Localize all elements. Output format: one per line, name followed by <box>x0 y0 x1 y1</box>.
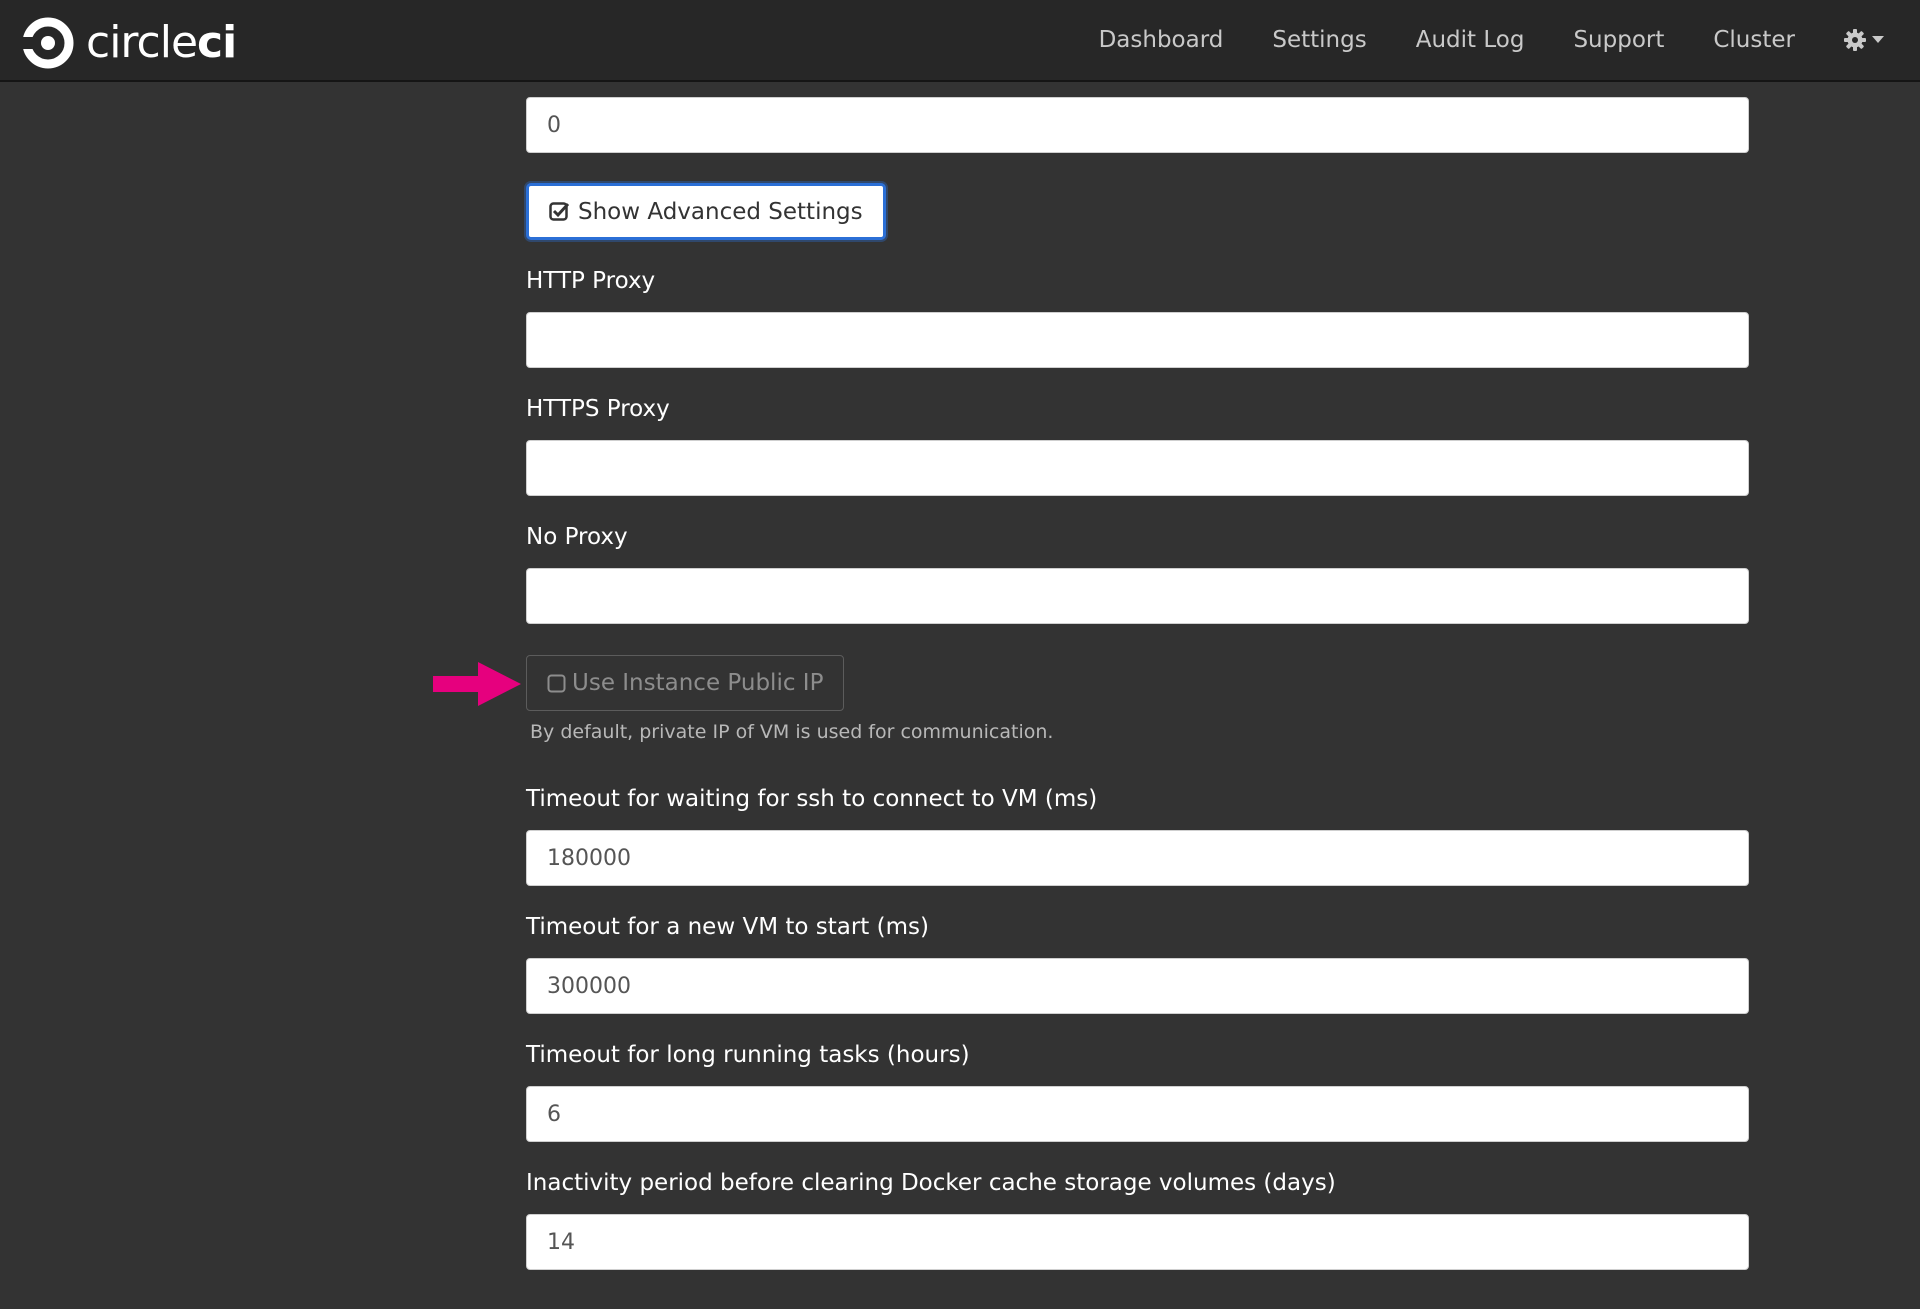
vm-start-timeout-input[interactable] <box>526 958 1749 1014</box>
check-square-icon <box>549 202 570 221</box>
http-proxy-label: HTTP Proxy <box>526 268 656 294</box>
ssh-timeout-label: Timeout for waiting for ssh to connect t… <box>526 786 1098 812</box>
vm-start-timeout-label: Timeout for a new VM to start (ms) <box>526 914 929 940</box>
empty-square-icon <box>547 674 566 692</box>
public-ip-help-text: By default, private IP of VM is used for… <box>530 721 1054 743</box>
show-advanced-settings-label: Show Advanced Settings <box>578 198 863 225</box>
annotation-arrow-icon <box>433 662 521 706</box>
nav-dashboard-link[interactable]: Dashboard <box>1099 27 1224 53</box>
docker-cache-inactivity-input[interactable] <box>526 1214 1749 1270</box>
show-advanced-settings-button[interactable]: Show Advanced Settings <box>526 183 886 240</box>
nav-settings-link[interactable]: Settings <box>1272 27 1366 53</box>
use-instance-public-ip-label: Use Instance Public IP <box>572 670 824 696</box>
nav-links: Dashboard Settings Audit Log Support Clu… <box>1050 0 1884 80</box>
ssh-timeout-input[interactable] <box>526 830 1749 886</box>
docker-cache-inactivity-label: Inactivity period before clearing Docker… <box>526 1170 1336 1196</box>
no-proxy-input[interactable] <box>526 568 1749 624</box>
chevron-down-icon <box>1872 36 1884 43</box>
top-field-input[interactable] <box>526 97 1749 153</box>
https-proxy-input[interactable] <box>526 440 1749 496</box>
circleci-logo-icon <box>22 17 74 69</box>
settings-menu-toggle[interactable] <box>1844 29 1884 51</box>
https-proxy-label: HTTPS Proxy <box>526 396 670 422</box>
no-proxy-label: No Proxy <box>526 524 628 550</box>
top-navbar: circleci Dashboard Settings Audit Log Su… <box>0 0 1920 82</box>
long-task-timeout-input[interactable] <box>526 1086 1749 1142</box>
long-task-timeout-label: Timeout for long running tasks (hours) <box>526 1042 970 1068</box>
brand-name-part1: circle <box>86 17 198 68</box>
circleci-logo[interactable]: circleci <box>22 17 237 69</box>
gear-icon <box>1844 29 1866 51</box>
nav-support-link[interactable]: Support <box>1573 27 1664 53</box>
http-proxy-input[interactable] <box>526 312 1749 368</box>
nav-cluster-link[interactable]: Cluster <box>1713 27 1795 53</box>
nav-audit-log-link[interactable]: Audit Log <box>1416 27 1525 53</box>
use-instance-public-ip-toggle[interactable]: Use Instance Public IP <box>526 655 845 711</box>
brand-name-part2: ci <box>197 17 237 68</box>
brand-name: circleci <box>86 17 237 69</box>
